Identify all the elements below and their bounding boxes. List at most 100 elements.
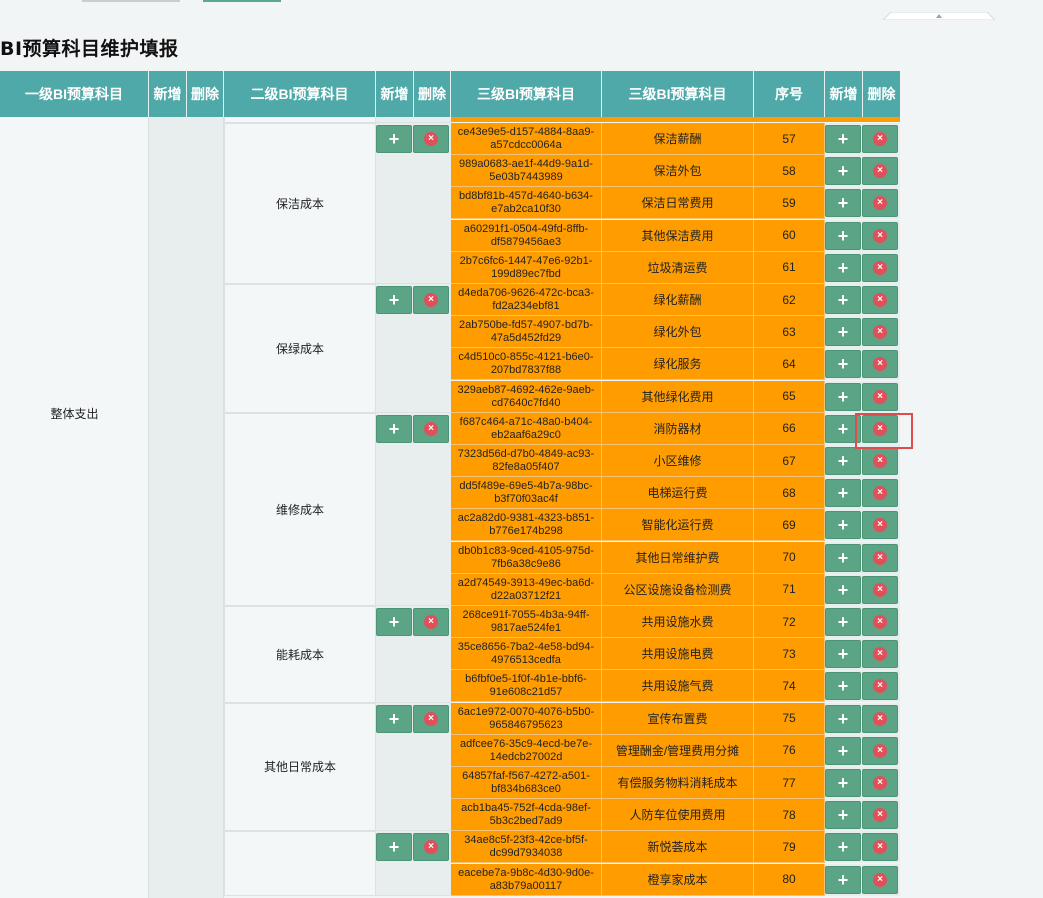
row-add-button[interactable]: + [825,640,861,669]
level2-delete-button[interactable]: × [413,608,449,636]
row-delete-button[interactable]: × [862,253,898,282]
level2-cell: 保绿成本 [224,284,376,413]
level2-button-cell: + × [376,702,451,832]
row-add-button[interactable]: + [825,318,861,347]
table-row: 35ce8656-7ba2-4e58-bd94-4976513cedfa 共用设施… [451,638,900,671]
row-add-button[interactable]: + [825,286,861,314]
top-tab-2[interactable] [203,0,281,2]
row-add-button[interactable]: + [825,769,861,797]
row-button-cell: + × [825,316,900,349]
header-delete-2: 删除 [414,71,451,117]
level2-add-button[interactable]: + [376,704,412,733]
row-button-cell: + × [825,509,900,542]
row-add-button[interactable]: + [825,157,861,186]
level2-delete-button[interactable]: × [413,286,449,314]
level2-label: 保绿成本 [275,341,324,356]
row-delete-button[interactable]: × [862,511,898,540]
row-add-button[interactable]: + [825,253,861,282]
row-add-button[interactable]: + [825,865,861,894]
row-delete-button[interactable]: × [862,286,898,314]
level3-name-cell: 共用设施电费 [602,638,754,671]
seq-cell: 68 [754,477,825,510]
close-circle-icon: × [873,389,887,404]
row-add-button[interactable]: + [825,704,861,733]
row-delete-button[interactable]: × [862,221,898,250]
row-add-button[interactable]: + [825,575,861,604]
level3-id-cell: 64857faf-f567-4272-a501-bf834b683ce0 [451,767,602,799]
row-delete-button[interactable]: × [862,769,898,797]
close-circle-icon: × [873,357,887,372]
budget-table: 一级BI预算科目 新增 删除 二级BI预算科目 新增 删除 三级BI预算科目 三… [0,71,900,898]
level2-delete-button[interactable]: × [413,414,449,443]
plus-icon: + [837,547,849,568]
row-delete-button[interactable]: × [862,350,898,379]
level3-name-cell: 公区设施设备检测费 [602,573,754,606]
row-add-button[interactable]: + [825,350,861,379]
row-add-button[interactable]: + [825,189,861,218]
level2-cell: 能耗成本 [224,606,376,703]
seq-cell: 79 [754,831,825,864]
header-level3-id: 三级BI预算科目 [451,71,602,117]
row-button-cell: + × [825,767,900,799]
top-tab-1[interactable] [82,0,180,2]
row-add-button[interactable]: + [825,543,861,572]
row-add-button[interactable]: + [825,511,861,540]
plus-icon: + [837,290,849,310]
row-delete-button[interactable]: × [862,189,898,218]
row-delete-button[interactable]: × [862,318,898,347]
table-row: ac2a82d0-9381-4323-b851-b776e174b298 智能化运… [451,509,900,542]
row-add-button[interactable]: + [825,672,861,701]
row-add-button[interactable]: + [825,382,861,411]
row-delete-button[interactable]: × [862,543,898,572]
row-add-button[interactable]: + [825,833,861,862]
level2-add-button[interactable]: + [376,286,412,314]
row-delete-button[interactable]: × [862,447,898,475]
level3-id-cell: eacebe7a-9b8c-4d30-9d0e-a83b79a00117 [451,863,602,896]
close-circle-icon: × [873,260,887,275]
row-delete-button[interactable]: × [862,833,898,862]
level3-name-cell: 橙享家成本 [602,863,754,896]
row-add-button[interactable]: + [825,447,861,475]
table-row: 34ae8c5f-23f3-42ce-bf5f-dc99d7934038 新悦荟成… [451,831,900,864]
row-delete-button[interactable]: × [862,801,898,830]
plus-icon: + [837,129,849,149]
level2-delete-button[interactable]: × [413,833,449,862]
seq-cell: 73 [754,638,825,671]
row-delete-button[interactable]: × [862,575,898,604]
level2-delete-button[interactable]: × [413,704,449,733]
collapse-tab-icon[interactable] [883,12,995,20]
plus-icon: + [837,322,849,343]
row-delete-button[interactable]: × [862,157,898,186]
row-delete-button[interactable]: × [862,125,898,153]
row-delete-button[interactable]: × [862,608,898,636]
row-add-button[interactable]: + [825,414,861,443]
level2-label: 保洁成本 [275,197,324,211]
row-delete-button[interactable]: × [862,672,898,701]
row-add-button[interactable]: + [825,479,861,508]
level2-add-button[interactable]: + [376,414,412,443]
row-add-button[interactable]: + [825,221,861,250]
row-delete-button[interactable]: × [862,414,898,443]
seq-cell: 66 [754,412,825,445]
row-delete-button[interactable]: × [862,704,898,733]
level2-add-button[interactable]: + [376,125,412,153]
level3-name-cell: 智能化运行费 [602,509,754,542]
seq-cell: 67 [754,445,825,477]
row-add-button[interactable]: + [825,608,861,636]
row-delete-button[interactable]: × [862,736,898,765]
table-row: 2ab750be-fd57-4907-bd7b-47a5d452fd29 绿化外包… [451,316,900,349]
row-button-cell: + × [825,155,900,188]
row-delete-button[interactable]: × [862,479,898,508]
level3-id-cell: a2d74549-3913-49ec-ba6d-d22a03712f21 [451,573,602,606]
row-delete-button[interactable]: × [862,865,898,894]
row-add-button[interactable]: + [825,801,861,830]
row-button-cell: + × [825,573,900,606]
row-add-button[interactable]: + [825,125,861,153]
row-add-button[interactable]: + [825,736,861,765]
level2-delete-button[interactable]: × [413,125,449,153]
page-title: BI预算科目维护填报 [0,38,179,60]
row-delete-button[interactable]: × [862,640,898,669]
row-delete-button[interactable]: × [862,382,898,411]
level2-add-button[interactable]: + [376,608,412,636]
level2-add-button[interactable]: + [376,833,412,862]
